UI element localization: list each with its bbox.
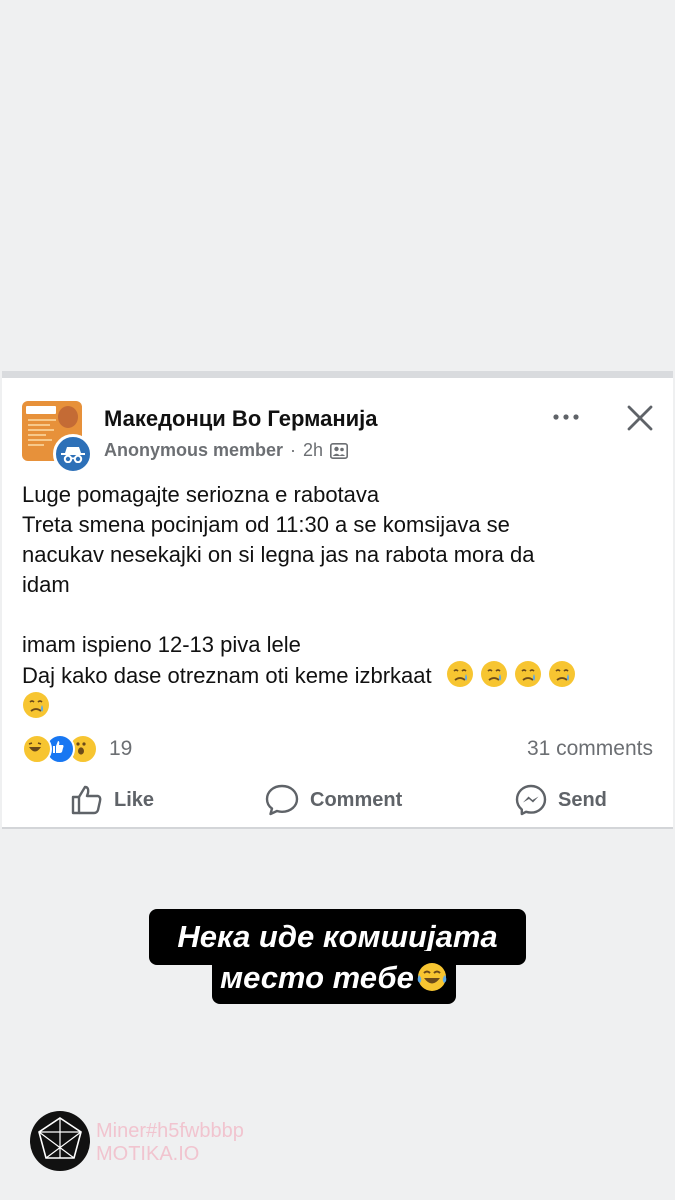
post-line: Treta smena pocinjam od 11:30 a se komsi…	[22, 512, 510, 537]
group-name[interactable]: Македонци Во Германија	[104, 406, 378, 432]
incognito-icon	[53, 434, 93, 474]
post-time[interactable]: 2h	[303, 440, 323, 461]
comment-label: Comment	[310, 788, 403, 811]
comment-bubble-icon	[265, 784, 299, 816]
like-button[interactable]: Like	[70, 782, 154, 818]
like-label: Like	[114, 788, 155, 811]
post-line-with-emojis: Daj kako dase otreznam oti keme izbrkaat	[22, 660, 658, 691]
crying-face-icon	[514, 661, 541, 687]
crying-face-icon	[23, 692, 49, 718]
thumbs-up-icon	[71, 785, 102, 815]
messenger-icon	[515, 784, 547, 816]
post-body: Luge pomagajte seriozna e rabotava Treta…	[22, 480, 658, 722]
tears-of-joy-icon	[417, 963, 447, 991]
send-button[interactable]: Send	[514, 782, 607, 818]
send-label: Send	[558, 788, 607, 811]
reaction-count: 19	[109, 737, 133, 760]
reactions-summary[interactable]: 19	[22, 734, 132, 764]
haha-reaction-icon	[22, 734, 52, 764]
comment-button[interactable]: Comment	[264, 782, 402, 818]
post-line: imam ispieno 12-13 piva lele	[22, 632, 301, 657]
post-meta: Anonymous member · 2h	[104, 440, 349, 461]
author-name[interactable]: Anonymous member	[104, 440, 283, 461]
facebook-post-card: Македонци Во Германија Anonymous member …	[2, 371, 673, 829]
watermark-logo	[30, 1111, 90, 1171]
story-caption-line2: место тебе	[212, 951, 456, 1004]
group-avatar[interactable]	[22, 401, 93, 474]
close-icon[interactable]	[624, 402, 656, 434]
post-line: nacukav nesekajki on si legna jas na rab…	[22, 542, 535, 567]
more-options-icon[interactable]	[550, 406, 582, 428]
comments-count-link[interactable]: 31 comments	[527, 737, 653, 761]
caption-text-1: Нека иде комшијата	[177, 919, 498, 954]
group-audience-icon	[330, 442, 349, 459]
watermark-site: MOTIKA.IO	[96, 1143, 200, 1165]
crying-face-icon	[446, 661, 473, 687]
meta-separator: ·	[290, 440, 297, 460]
post-line: Luge pomagajte seriozna e rabotava	[22, 482, 380, 507]
caption-text-2: место тебе	[220, 960, 414, 995]
post-line-emoji	[22, 691, 658, 722]
post-line: Daj kako dase otreznam oti keme izbrkaat	[22, 663, 432, 688]
crying-face-icon	[548, 661, 575, 687]
post-line: idam	[22, 572, 70, 597]
watermark-miner-id: Miner#h5fwbbbp	[96, 1120, 244, 1142]
crying-face-icon	[480, 661, 507, 687]
